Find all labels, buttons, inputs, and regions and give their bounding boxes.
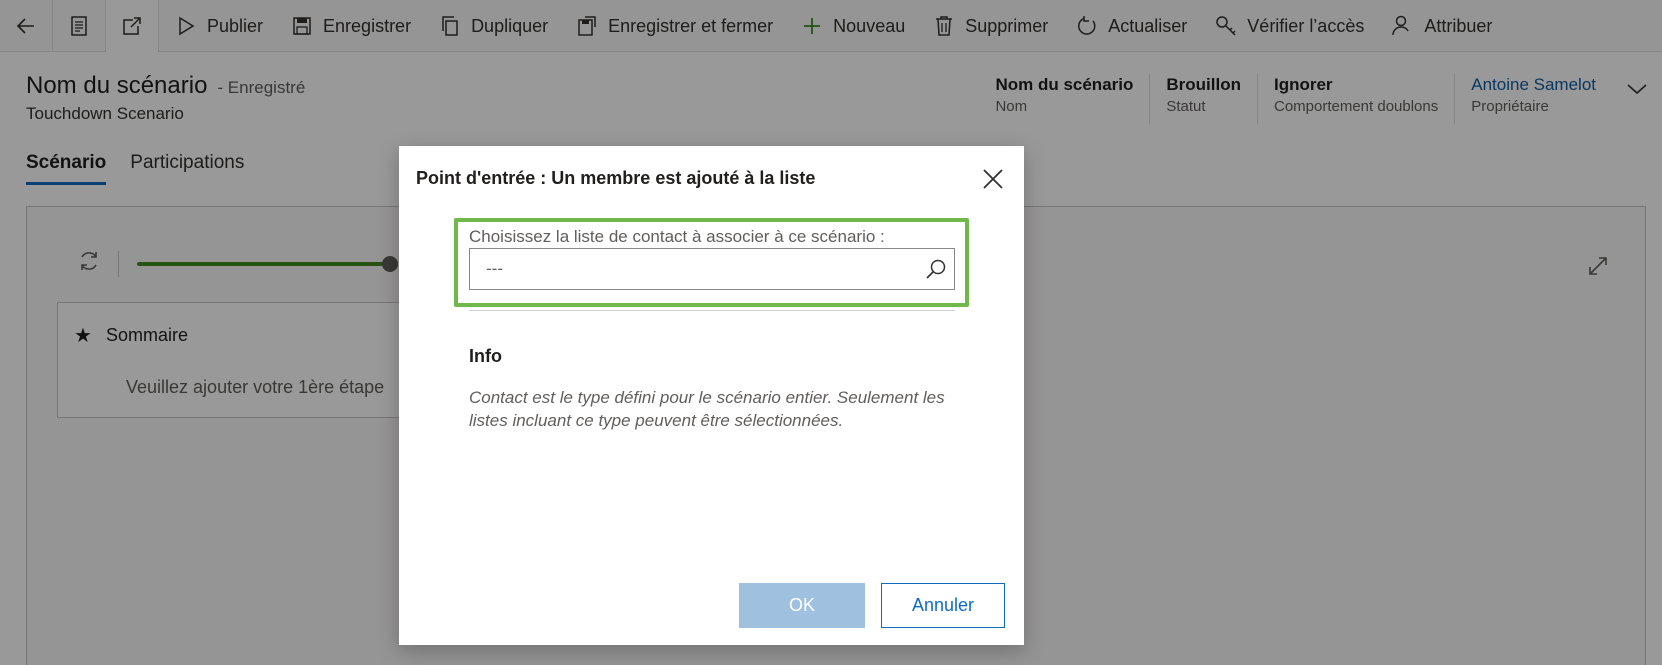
lookup-search-button[interactable] xyxy=(924,258,948,287)
dialog-title: Point d'entrée : Un membre est ajouté à … xyxy=(416,168,816,188)
close-icon xyxy=(983,169,1003,189)
cancel-button[interactable]: Annuler xyxy=(881,583,1005,628)
contact-list-input[interactable] xyxy=(470,249,910,289)
info-text: Contact est le type défini pour le scéna… xyxy=(469,388,945,430)
dialog-close-button[interactable] xyxy=(980,166,1006,192)
entry-point-dialog: Point d'entrée : Un membre est ajouté à … xyxy=(399,146,1024,645)
search-icon xyxy=(926,259,946,279)
info-heading: Info xyxy=(469,346,502,366)
ok-button[interactable]: OK xyxy=(739,583,865,628)
field-divider xyxy=(469,310,955,311)
contact-list-lookup xyxy=(469,248,955,290)
contact-list-label: Choisissez la liste de contact à associe… xyxy=(469,227,885,246)
